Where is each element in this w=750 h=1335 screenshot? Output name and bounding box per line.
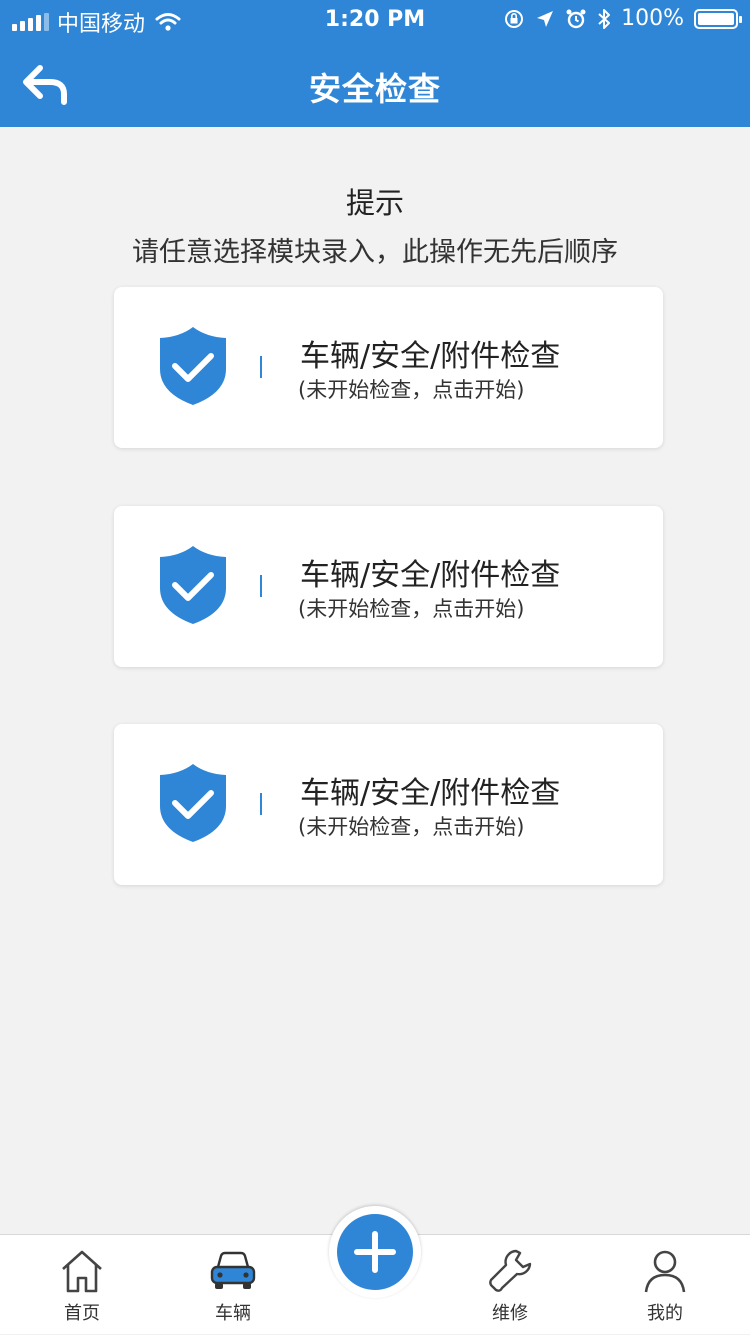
module-card[interactable]: 车辆/安全/附件检查 (未开始检查，点击开始): [114, 287, 663, 448]
module-card[interactable]: 车辆/安全/附件检查 (未开始检查，点击开始): [114, 506, 663, 667]
alarm-icon: [566, 9, 586, 28]
user-icon: [644, 1250, 686, 1293]
shield-check-icon: [160, 764, 226, 842]
bluetooth-icon: [598, 8, 611, 29]
tab-label: 我的: [647, 1303, 683, 1324]
wrench-icon: [489, 1249, 532, 1292]
shield-check-icon: [160, 546, 226, 624]
tab-home[interactable]: 首页: [22, 1235, 142, 1335]
add-button[interactable]: [337, 1214, 413, 1290]
orientation-lock-icon: [505, 9, 524, 28]
tab-mine[interactable]: 我的: [605, 1235, 725, 1335]
tab-repair[interactable]: 维修: [450, 1235, 570, 1335]
status-bar: 中国移动 1:20 PM 100%: [0, 0, 750, 40]
module-status: (未开始检查，点击开始): [298, 378, 525, 402]
module-title: 车辆/安全/附件检查: [300, 339, 561, 374]
shield-check-icon: [160, 327, 226, 405]
battery-icon: [694, 8, 742, 29]
hint-title: 提示: [345, 186, 404, 220]
location-icon: [537, 10, 554, 27]
plus-icon: [354, 1231, 396, 1273]
module-status: (未开始检查，点击开始): [298, 815, 525, 839]
tab-label: 维修: [492, 1303, 528, 1324]
module-status: (未开始检查，点击开始): [298, 597, 525, 621]
nav-bar: 安全检查: [0, 40, 750, 127]
tab-label: 车辆: [215, 1303, 251, 1324]
tab-label: 首页: [64, 1303, 100, 1324]
card-divider: [260, 793, 262, 815]
module-card[interactable]: 车辆/安全/附件检查 (未开始检查，点击开始): [114, 724, 663, 885]
car-icon: [210, 1251, 256, 1289]
home-icon: [62, 1250, 102, 1293]
module-title: 车辆/安全/附件检查: [300, 558, 561, 593]
add-button-ring: [329, 1206, 421, 1298]
module-title: 车辆/安全/附件检查: [300, 776, 561, 811]
card-divider: [260, 575, 262, 597]
hint-text: 请任意选择模块录入，此操作无先后顺序: [132, 237, 618, 268]
page-title: 安全检查: [308, 70, 441, 108]
battery-percent: 100%: [621, 6, 684, 31]
card-divider: [260, 356, 262, 378]
tab-vehicle[interactable]: 车辆: [173, 1235, 293, 1335]
